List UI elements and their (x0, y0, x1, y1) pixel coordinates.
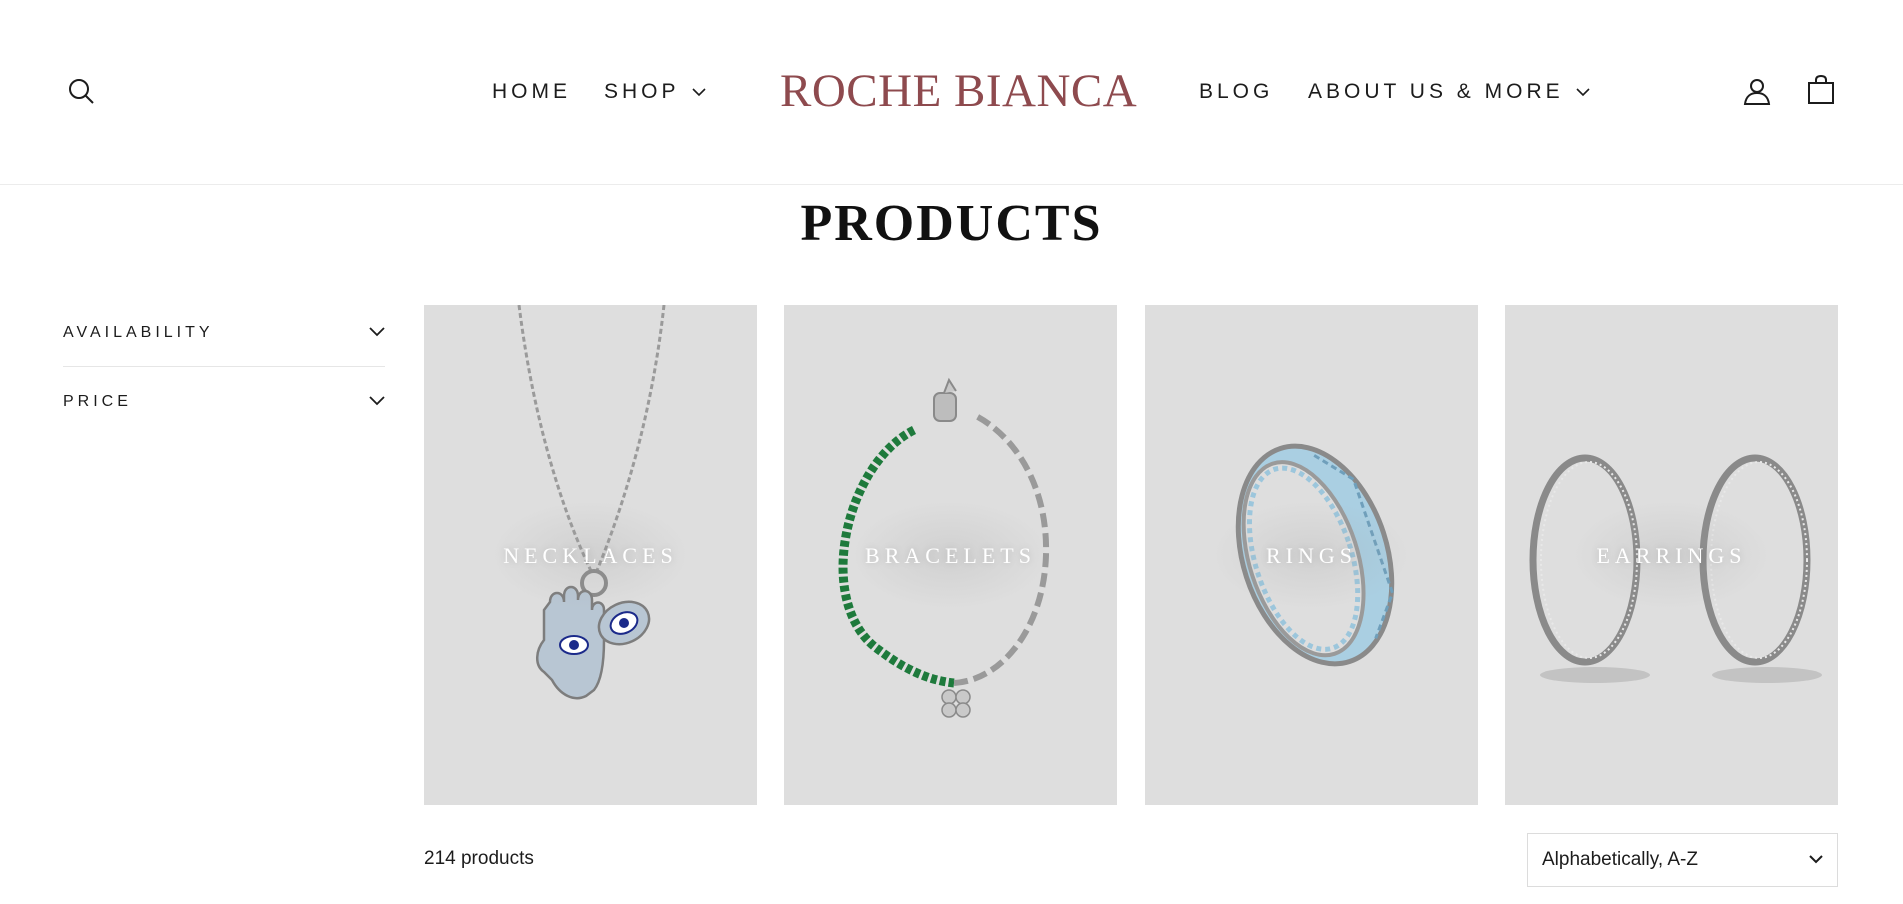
product-count: 214 products (424, 848, 534, 869)
category-label-earrings: EARRINGS (1596, 543, 1747, 568)
category-tile-necklaces[interactable]: NECKLACES (424, 305, 757, 805)
chevron-down-icon (1809, 851, 1823, 869)
cart-button[interactable] (1802, 70, 1840, 110)
category-label-necklaces: NECKLACES (503, 543, 678, 568)
chevron-down-icon (691, 87, 706, 97)
category-label-bracelets: BRACELETS (865, 543, 1036, 568)
nav-shop-label: SHOP (604, 80, 680, 103)
page-title: PRODUCTS (800, 195, 1103, 252)
filter-availability-toggle[interactable]: AVAILABILITY (63, 299, 385, 367)
account-button[interactable] (1738, 72, 1776, 110)
chevron-down-icon (369, 324, 385, 342)
filter-price-toggle[interactable]: PRICE (63, 368, 385, 436)
filter-price-label: PRICE (63, 393, 132, 410)
sort-selected-value: Alphabetically, A-Z (1542, 849, 1698, 870)
site-logo[interactable]: ROCHE BIANCA (780, 64, 1137, 118)
user-icon (1743, 79, 1771, 105)
search-icon (69, 79, 94, 104)
nav-blog-link[interactable]: BLOG (1199, 80, 1273, 104)
nav-blog-label: BLOG (1199, 80, 1274, 103)
search-button[interactable] (62, 72, 100, 110)
chevron-down-icon (369, 393, 385, 411)
filter-availability-label: AVAILABILITY (63, 323, 214, 341)
category-tile-bracelets[interactable]: BRACELETS (784, 305, 1117, 805)
category-tile-earrings[interactable]: EARRINGS (1505, 305, 1838, 805)
category-tile-rings[interactable]: RINGS (1145, 305, 1478, 805)
nav-shop-menu[interactable]: SHOP (604, 80, 706, 104)
chevron-down-icon (1576, 87, 1590, 97)
nav-home-label: HOME (492, 80, 571, 103)
nav-home-link[interactable]: HOME (492, 80, 571, 104)
sort-select[interactable]: Alphabetically, A-Z (1527, 833, 1838, 887)
category-label-rings: RINGS (1265, 543, 1357, 568)
site-header: HOME SHOP ROCHE BIANCA BLOG ABOUT US & M… (0, 0, 1903, 185)
nav-about-label: ABOUT US & MORE (1308, 80, 1564, 103)
bag-icon (1808, 75, 1834, 104)
nav-about-menu[interactable]: ABOUT US & MORE (1308, 80, 1590, 104)
